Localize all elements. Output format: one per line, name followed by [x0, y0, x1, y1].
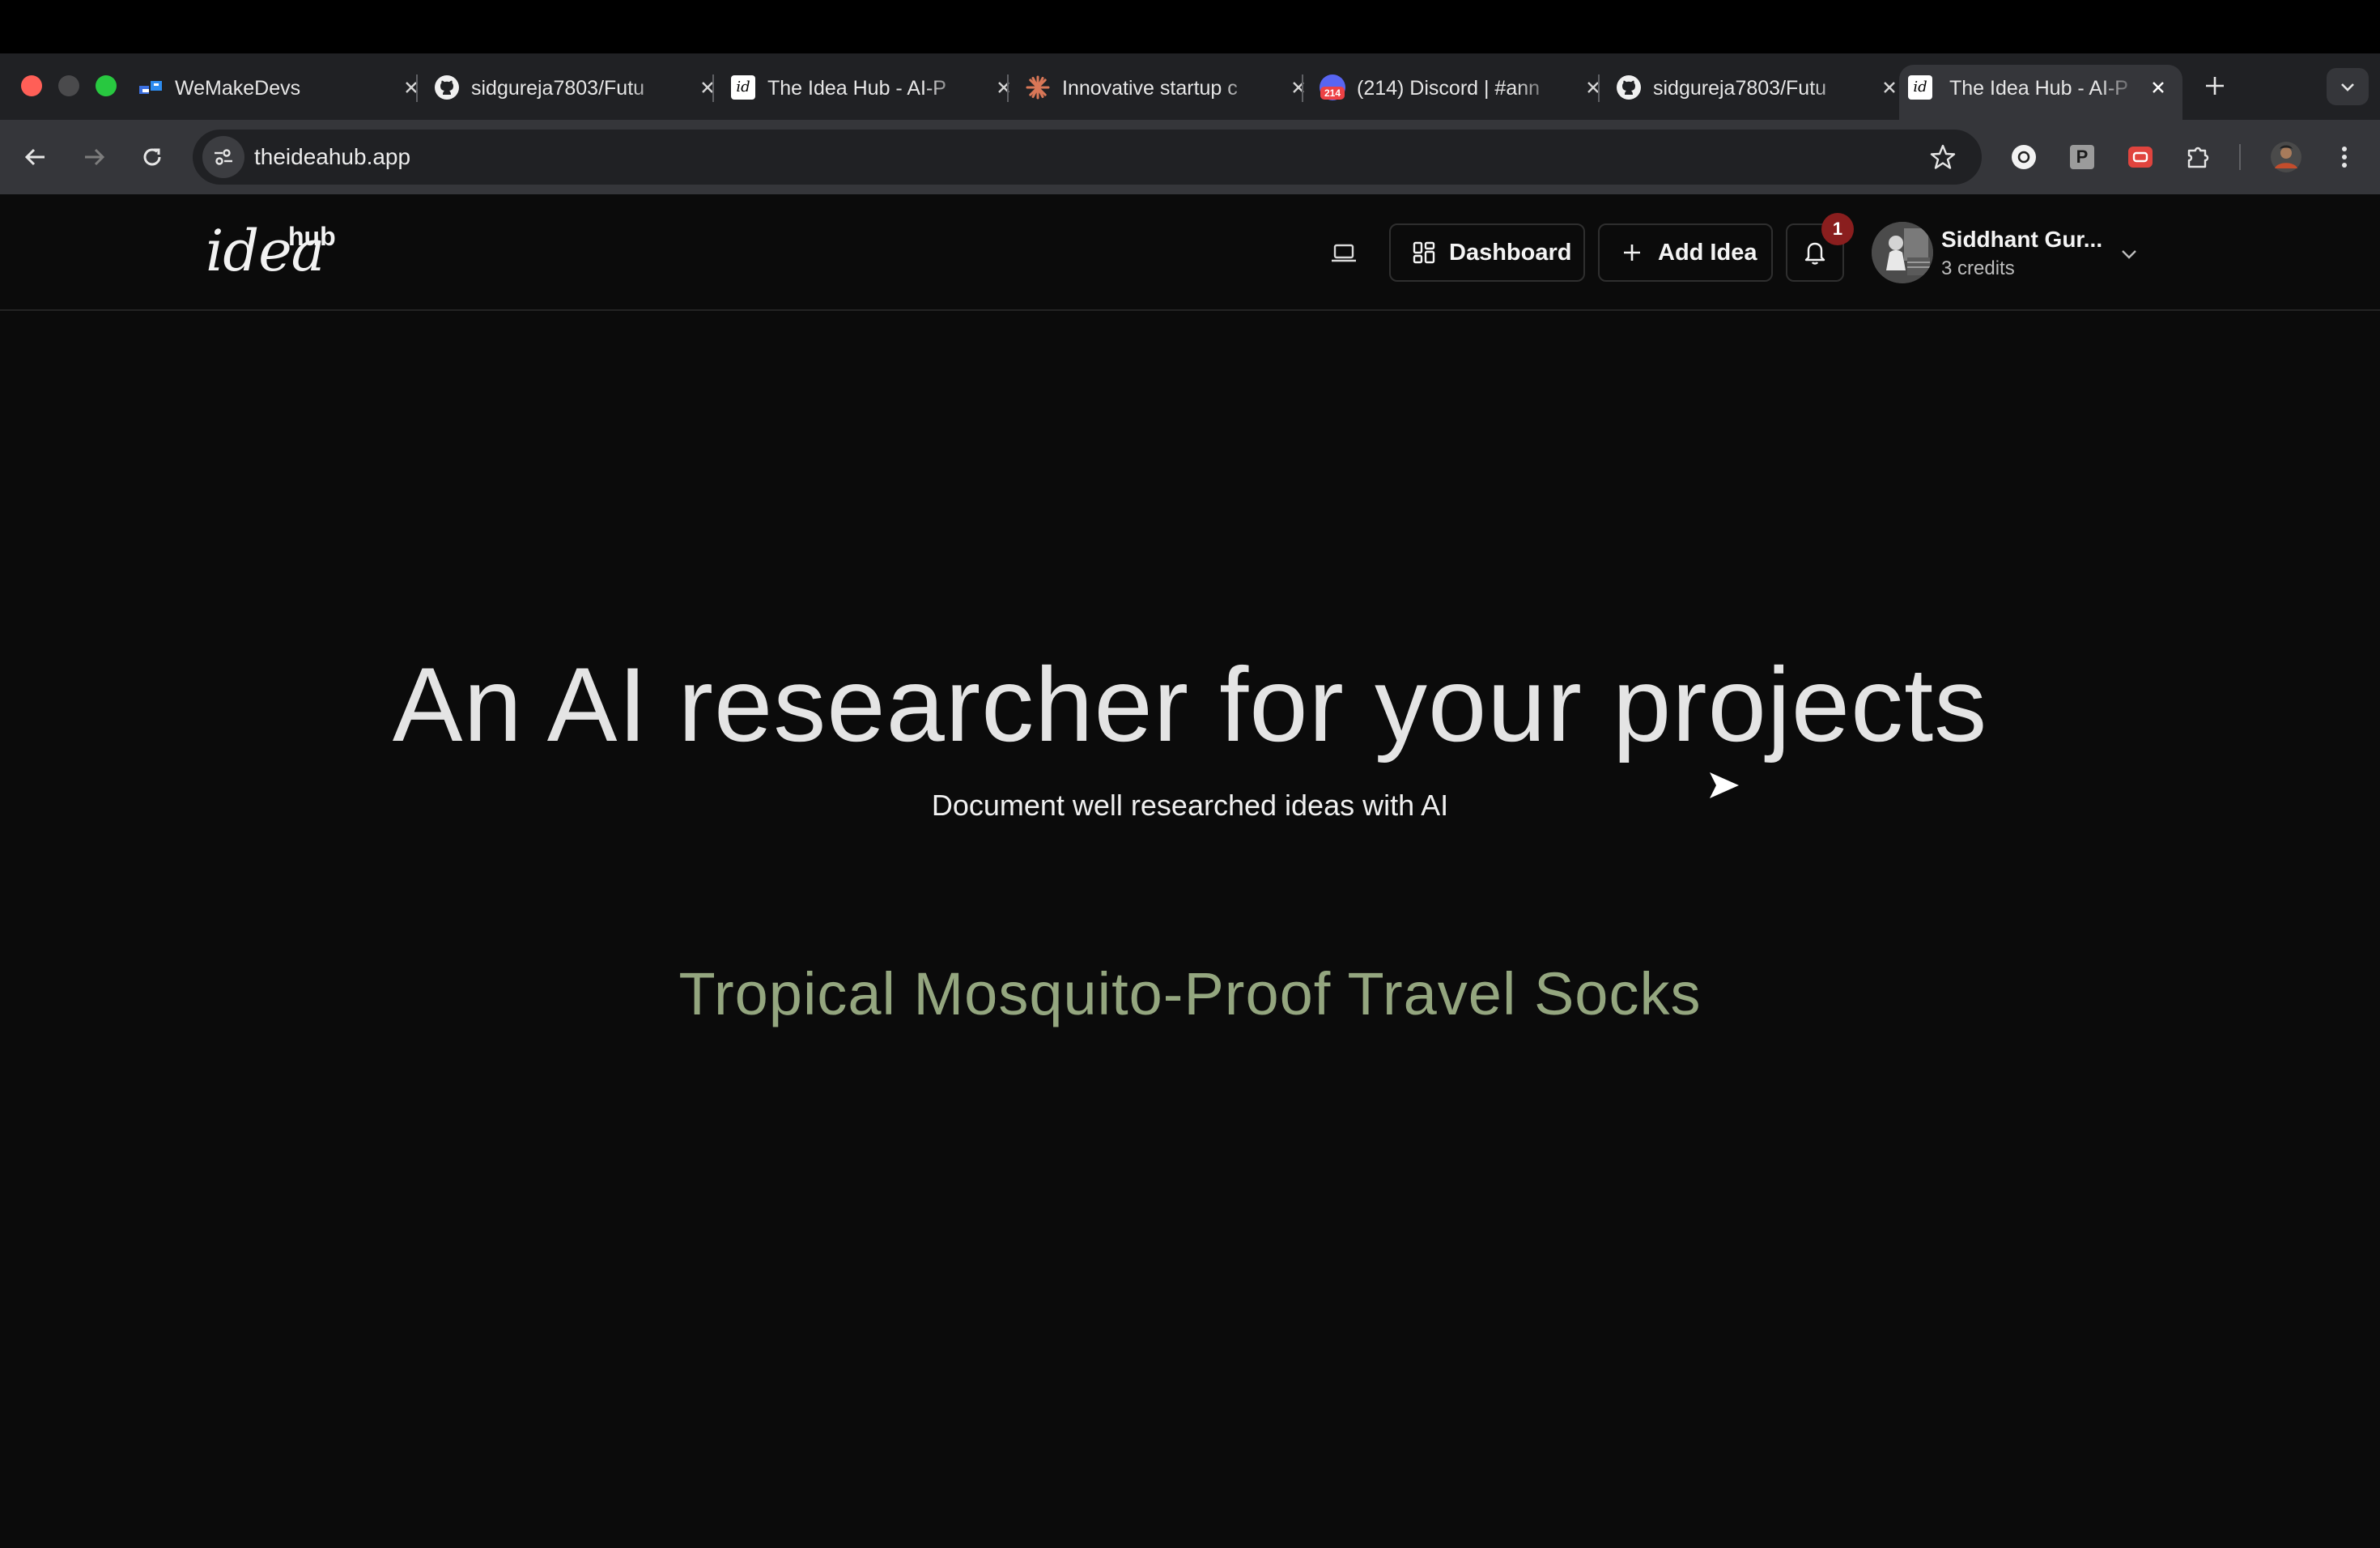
idea-hub-favicon-label: id: [731, 75, 755, 100]
arrow-left-icon: [24, 148, 45, 166]
page-content: [0, 194, 2380, 1548]
add-idea-label: Add Idea: [1658, 239, 1757, 266]
more-vertical-icon: [2342, 147, 2347, 168]
back-button[interactable]: [18, 139, 53, 175]
tab-separator: [1302, 74, 1303, 102]
user-credits: 3 credits: [1941, 257, 2015, 279]
profile-button[interactable]: [2270, 141, 2302, 173]
new-tab-button[interactable]: [2199, 70, 2231, 102]
tab-title: WeMakeDevs: [175, 77, 301, 100]
add-idea-button[interactable]: Add Idea: [1598, 223, 1773, 282]
address-bar[interactable]: [193, 130, 1982, 185]
site-info-button[interactable]: [202, 136, 244, 178]
notification-badge: 1: [1821, 213, 1854, 245]
site-logo-sup[interactable]: hub: [288, 220, 336, 253]
github-icon: [1616, 74, 1642, 100]
screen-top-bar: [0, 0, 2380, 53]
claude-icon: [1025, 74, 1051, 100]
tab-close-icon[interactable]: [398, 74, 424, 100]
extension-button[interactable]: [2008, 141, 2040, 173]
tab-close-icon[interactable]: [695, 74, 720, 100]
profile-avatar-icon: [2271, 142, 2301, 172]
dashboard-label: Dashboard: [1449, 239, 1572, 266]
toolbar-separator: [2239, 144, 2241, 170]
window-maximize-button[interactable]: [96, 75, 117, 96]
browser-menu-button[interactable]: [2328, 141, 2361, 173]
extension-p-icon: P: [2070, 145, 2094, 169]
bookmark-button[interactable]: [1927, 141, 1959, 173]
browser-tab[interactable]: sidgureja7803/Futu: [429, 65, 725, 120]
plus-icon: [1624, 245, 1640, 261]
user-avatar[interactable]: [1872, 222, 1933, 283]
star-icon: [1930, 144, 1956, 169]
idea-hub-icon: id: [1907, 74, 1933, 100]
arrow-right-icon: [85, 148, 105, 166]
tab-close-icon[interactable]: [1580, 74, 1606, 100]
forward-button[interactable]: [76, 139, 112, 175]
tab-title: sidgureja7803/Futu: [1653, 77, 1827, 100]
discord-badge: 214: [1320, 87, 1345, 100]
browser-tab[interactable]: WeMakeDevs: [133, 65, 429, 120]
puzzle-icon: [2187, 147, 2209, 168]
hero-title: An AI researcher for your projects: [392, 645, 1988, 763]
user-menu-chevron-icon[interactable]: [2114, 240, 2144, 269]
extensions-menu-button[interactable]: [2182, 141, 2215, 173]
tab-separator: [712, 74, 714, 102]
idea-hub-icon: id: [730, 74, 756, 100]
discord-icon: 214: [1320, 74, 1345, 100]
extension-red-icon: [2128, 147, 2153, 168]
tab-title: The Idea Hub - AI-P: [767, 77, 946, 100]
tab-title: (214) Discord | #ann: [1357, 77, 1541, 100]
dashboard-icon: [1413, 241, 1435, 264]
tab-title: Innovative startup c: [1062, 77, 1238, 100]
tab-close-icon[interactable]: [1286, 74, 1311, 100]
idea-hub-favicon-label: id: [1908, 75, 1932, 100]
wemakedevs-icon: [138, 74, 164, 100]
browser-tab-active[interactable]: id The Idea Hub - AI-P: [1899, 65, 2182, 120]
browser-tab[interactable]: id The Idea Hub - AI-P: [725, 65, 1022, 120]
window-minimize-button[interactable]: [58, 75, 79, 96]
tab-separator: [1598, 74, 1600, 102]
plus-icon: [2206, 77, 2224, 95]
window-close-button[interactable]: [21, 75, 42, 96]
url-text[interactable]: theideahub.app: [254, 141, 410, 173]
bell-icon: [1804, 242, 1825, 265]
tab-close-icon[interactable]: [2145, 74, 2171, 100]
tab-search-button[interactable]: [2327, 68, 2369, 105]
laptop-icon[interactable]: [1328, 240, 1360, 267]
hero-subtitle: Document well researched ideas with AI: [931, 789, 1449, 822]
idea-rotating-text: Tropical Mosquito-Proof Travel Socks: [678, 960, 1702, 1027]
browser-tab[interactable]: 214 (214) Discord | #ann: [1315, 65, 1611, 120]
mouse-cursor-icon: [1710, 772, 1739, 798]
extension-button[interactable]: [2124, 141, 2157, 173]
user-name[interactable]: Siddhant Gur...: [1941, 225, 2102, 254]
dashboard-button[interactable]: Dashboard: [1389, 223, 1585, 282]
browser-tab[interactable]: sidgureja7803/Futu: [1611, 65, 1907, 120]
extension-button[interactable]: P: [2066, 141, 2098, 173]
github-icon: [434, 74, 460, 100]
browser-tab[interactable]: Innovative startup c: [1020, 65, 1316, 120]
tune-icon: [215, 149, 232, 165]
tab-title: The Idea Hub - AI-P: [1949, 77, 2128, 100]
tab-title: sidgureja7803/Futu: [471, 77, 645, 100]
tab-separator: [1007, 74, 1009, 102]
tab-separator: [416, 74, 418, 102]
extension-circle-icon: [2012, 145, 2036, 169]
reload-button[interactable]: [134, 139, 170, 175]
reload-icon: [143, 148, 161, 166]
tab-close-icon[interactable]: [991, 74, 1017, 100]
chevron-down-icon: [2341, 83, 2354, 91]
